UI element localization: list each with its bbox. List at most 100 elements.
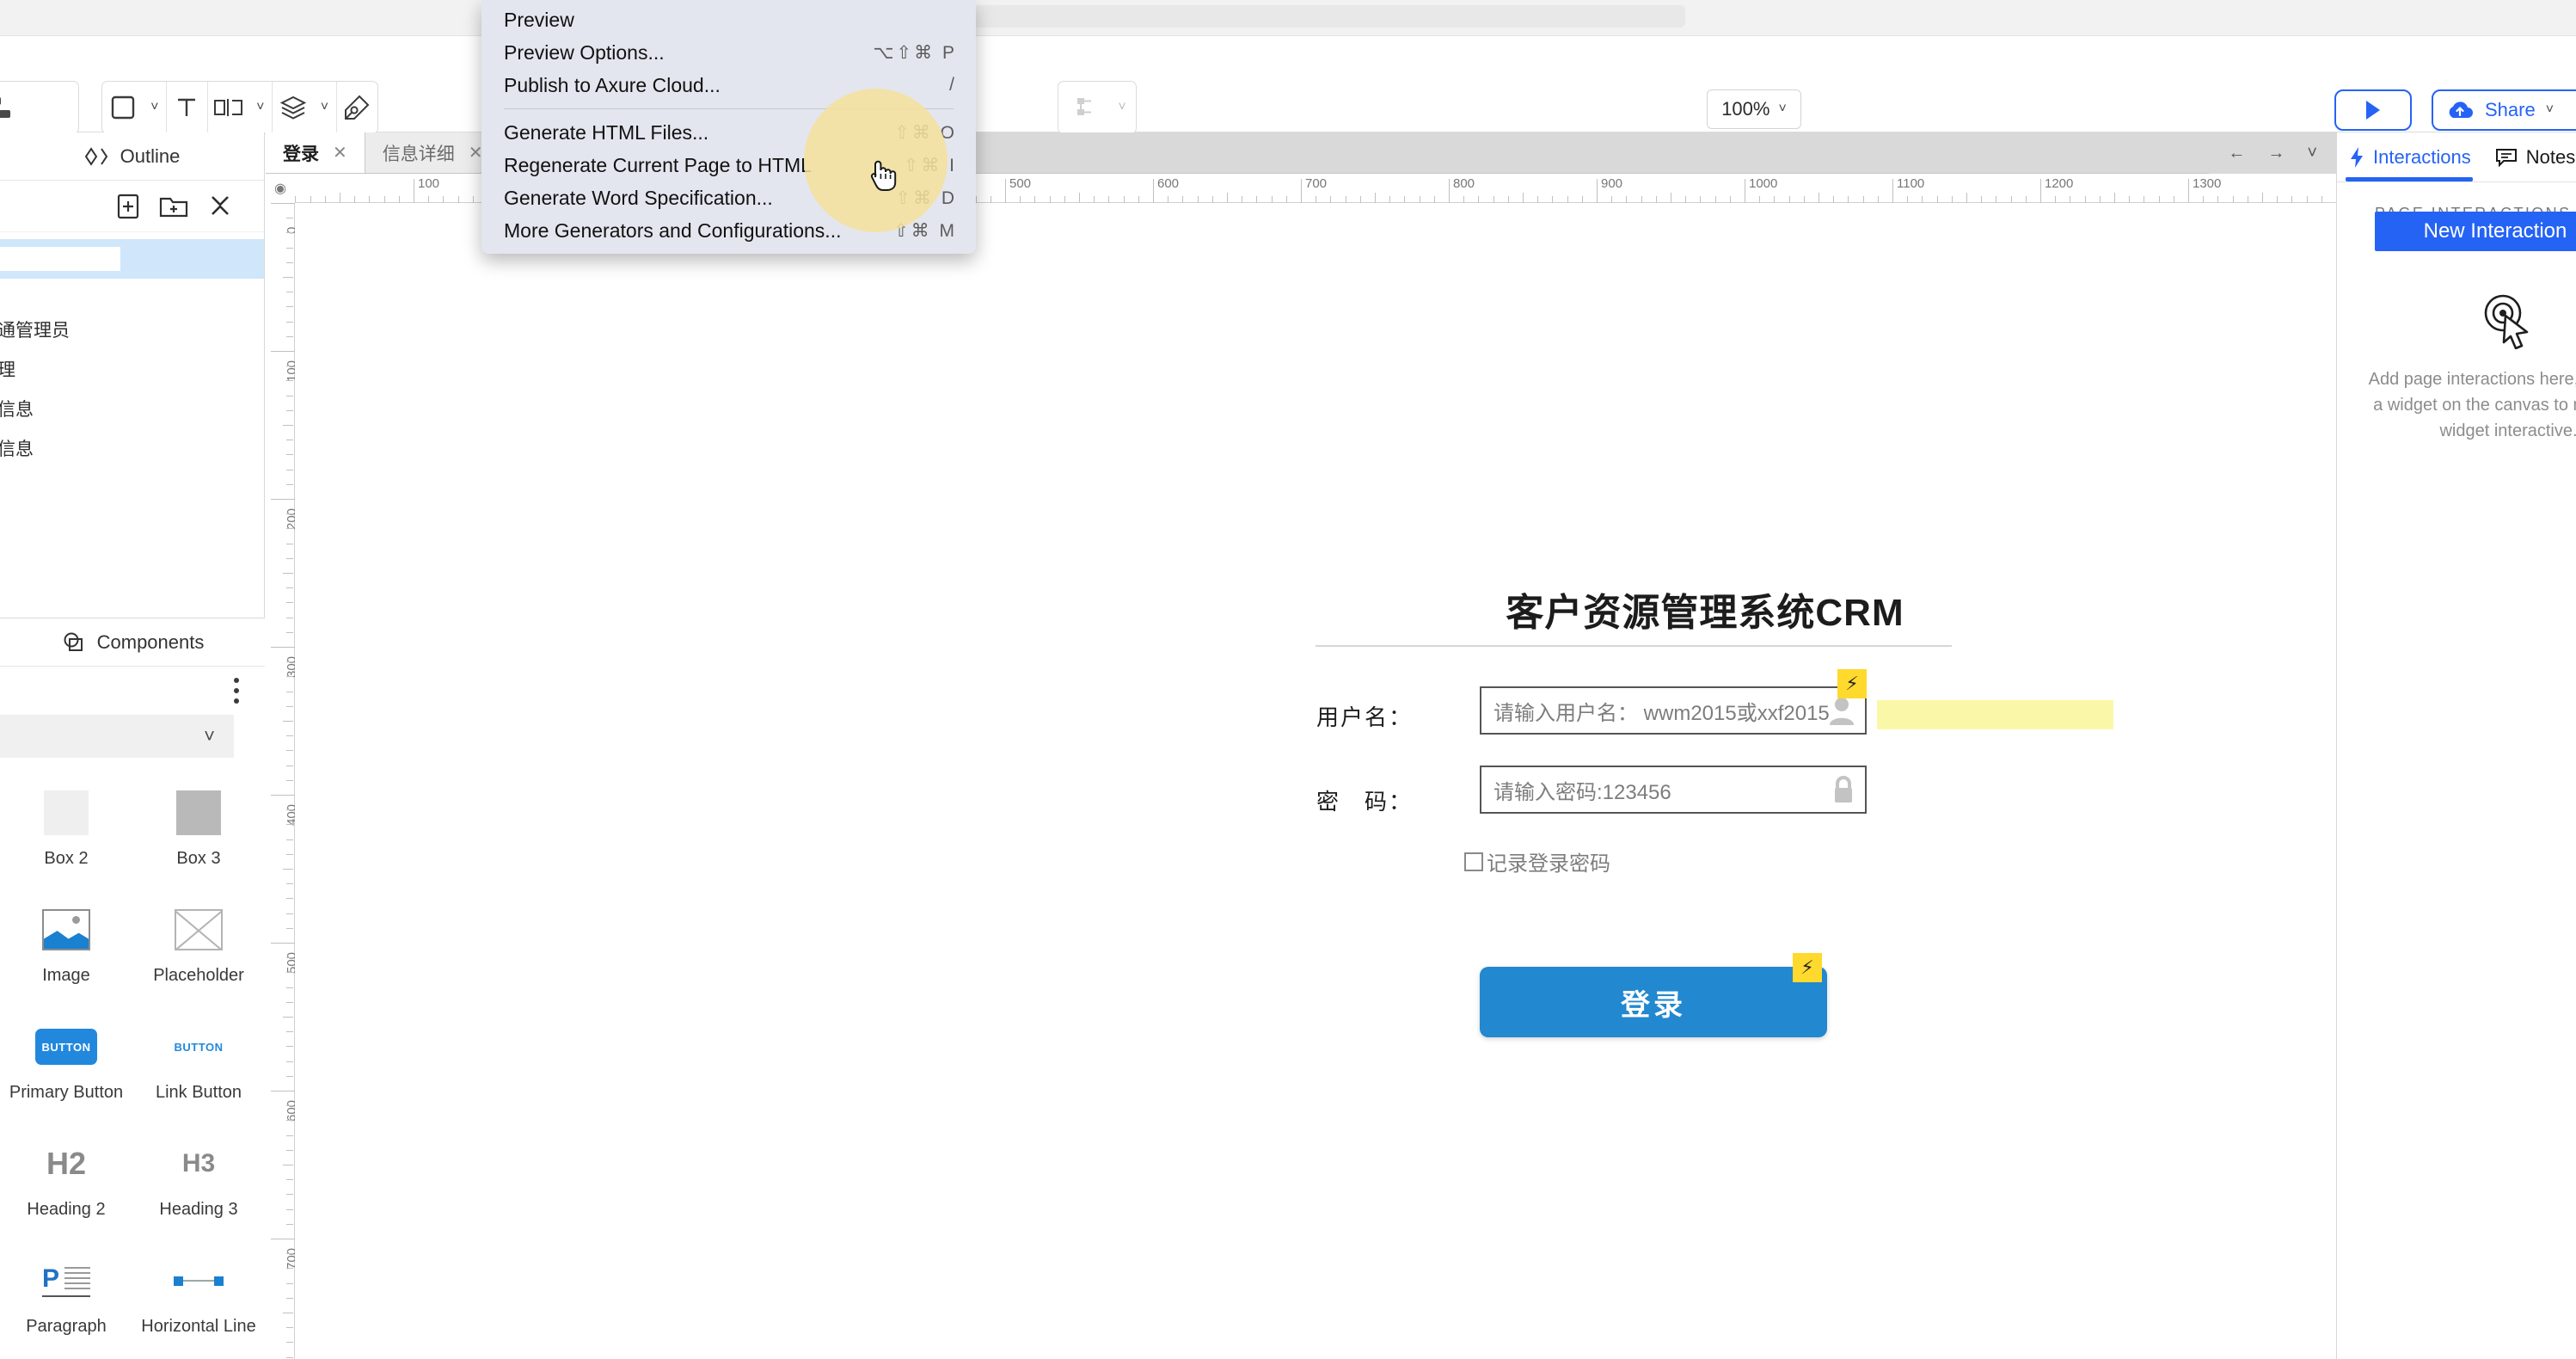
lock-icon — [1831, 774, 1856, 805]
tab-label: 登录 — [283, 140, 319, 166]
menu-item-publish-to-axure-cloud[interactable]: Publish to Axure Cloud... / — [481, 69, 976, 101]
app-window: ˅ ˅ — [0, 0, 2576, 1359]
component-label: Placeholder — [153, 966, 244, 986]
connector-tool-group[interactable] — [0, 81, 79, 134]
component-placeholder[interactable]: Placeholder — [132, 906, 265, 1016]
tab-list-chevron-down-icon[interactable]: ˅ — [2307, 145, 2317, 162]
remember-checkbox[interactable] — [1464, 852, 1483, 871]
mouse-cursor-icon — [868, 153, 903, 193]
username-input[interactable]: 请输入用户名： wwm2015或xxf2015 — [1480, 686, 1867, 735]
layers-icon[interactable] — [273, 82, 314, 133]
ruler-major-mark — [271, 795, 295, 796]
zoom-level-selector[interactable]: 100% ˅ — [1707, 89, 1801, 129]
component-link-button[interactable]: BUTTON Link Button — [132, 1023, 265, 1133]
component-horizontal-line[interactable]: Horizontal Line — [132, 1257, 265, 1359]
add-page-icon[interactable] — [116, 193, 140, 220]
ruler-origin-icon[interactable]: ◉ — [266, 174, 295, 203]
menu-item-preview[interactable]: Preview — [481, 3, 976, 36]
ruler-minor-mark — [1715, 196, 1716, 203]
ruler-minor-mark — [286, 306, 293, 307]
remember-password-row[interactable]: 记录登录密码 — [1464, 846, 1610, 876]
ruler-minor-mark — [1508, 196, 1509, 203]
username-interaction-badge[interactable]: ⚡ — [1837, 669, 1867, 698]
tree-row[interactable]: 建信息 — [0, 389, 264, 428]
component-heading-3[interactable]: H3 Heading 3 — [132, 1140, 265, 1250]
page-tab-info-detail[interactable]: 信息详细 ✕ — [365, 132, 501, 173]
tree-row[interactable]: 管理 — [0, 349, 264, 389]
page-tab-login[interactable]: 登录 ✕ — [266, 132, 365, 173]
ruler-minor-mark — [1848, 196, 1849, 203]
ruler-minor-mark — [325, 196, 326, 203]
component-box-2[interactable]: Box 2 — [0, 789, 132, 899]
share-button[interactable]: Share ˅ — [2432, 89, 2576, 131]
login-interaction-badge[interactable]: ⚡ — [1793, 953, 1822, 982]
component-paragraph[interactable]: P Paragraph — [0, 1257, 132, 1359]
ruler-minor-mark — [286, 232, 293, 233]
ruler-minor-mark — [1389, 196, 1390, 203]
text-icon[interactable] — [167, 82, 208, 133]
ruler-minor-mark — [2011, 196, 2012, 203]
close-icon[interactable]: ✕ — [333, 142, 347, 163]
tab-notes[interactable]: Notes — [2483, 132, 2576, 181]
play-icon — [2364, 99, 2383, 121]
panel-chevron-down-icon[interactable]: ˅ — [249, 82, 272, 133]
components-grid: Box 2 Box 3 Image Placeholder — [0, 758, 265, 1359]
ruler-minor-mark — [286, 676, 293, 677]
component-library-select[interactable]: ˅ — [0, 715, 234, 758]
ruler-minor-mark — [286, 898, 293, 899]
collapse-all-icon[interactable] — [207, 194, 233, 219]
menu-item-preview-options[interactable]: Preview Options... ⌥⇧⌘ P — [481, 36, 976, 69]
rectangle-chevron-down-icon[interactable]: ˅ — [144, 82, 166, 133]
preview-button[interactable] — [2334, 89, 2412, 131]
outline-toolbar — [0, 181, 264, 232]
align-tool-group[interactable]: ˅ — [1058, 81, 1137, 134]
tab-interactions[interactable]: Interactions — [2337, 132, 2483, 181]
ruler-minor-mark — [1656, 196, 1657, 203]
title-divider — [1316, 645, 1952, 647]
component-primary-button[interactable]: BUTTON Primary Button — [0, 1023, 132, 1133]
tree-row[interactable] — [0, 239, 264, 279]
drawing-tool-group[interactable]: ˅ ˅ — [101, 81, 378, 134]
ruler-minor-mark — [286, 987, 293, 988]
login-button[interactable]: 登录 — [1480, 967, 1827, 1037]
share-chevron-down-icon[interactable]: ˅ — [2546, 103, 2554, 117]
ruler-minor-mark — [286, 1031, 293, 1032]
publish-dropdown-menu[interactable]: Preview Preview Options... ⌥⇧⌘ P Publish… — [481, 0, 976, 254]
zoom-chevron-down-icon[interactable]: ˅ — [1778, 102, 1786, 116]
title-bar — [0, 0, 2576, 36]
outline-panel-title: Outline — [120, 145, 181, 168]
new-interaction-button[interactable]: New Interaction — [2375, 212, 2576, 251]
menu-item-shortcut: ⇧⌘ O — [894, 122, 957, 144]
password-input[interactable]: 请输入密码:123456 — [1480, 766, 1867, 814]
component-heading-2[interactable]: H2 Heading 2 — [0, 1140, 132, 1250]
tab-scroll-right-icon[interactable]: → — [2267, 144, 2285, 163]
menu-item-generate-html-files[interactable]: Generate HTML Files... ⇧⌘ O — [481, 116, 976, 149]
tree-row[interactable]: 普通管理员 — [0, 310, 264, 349]
menu-item-more-generators[interactable]: More Generators and Configurations... ⇧⌘… — [481, 214, 976, 247]
design-board[interactable]: 客户资源管理系统CRM 用户名： 请输入用户名： wwm2015或xxf2015… — [295, 203, 2336, 1359]
layers-chevron-down-icon[interactable]: ˅ — [313, 82, 335, 133]
ruler-minor-mark — [1863, 196, 1864, 203]
tab-scroll-left-icon[interactable]: ← — [2228, 144, 2245, 163]
ruler-major-mark — [2188, 179, 2189, 203]
menu-item-label: Generate HTML Files... — [504, 121, 708, 145]
tree-row[interactable]: 报信息 — [0, 428, 264, 468]
component-box-3[interactable]: Box 3 — [132, 789, 265, 899]
rectangle-icon[interactable] — [102, 82, 144, 133]
pen-icon[interactable] — [336, 82, 377, 133]
components-more-icon[interactable] — [234, 678, 239, 704]
component-image[interactable]: Image — [0, 906, 132, 1016]
ruler-minor-mark — [428, 196, 429, 203]
remember-label: 记录登录密码 — [1487, 846, 1610, 876]
align-chevron-down-icon[interactable]: ˅ — [1108, 82, 1136, 133]
dynamic-panel-icon[interactable] — [208, 82, 249, 133]
empty-state-text: Add page interactions here, or select a … — [2367, 366, 2576, 444]
note-icon — [2495, 147, 2518, 168]
distribute-icon[interactable] — [1058, 82, 1108, 133]
library-chevron-down-icon[interactable]: ˅ — [204, 727, 215, 746]
vertical-ruler[interactable]: 0100200300400500600700 — [266, 203, 295, 1359]
add-folder-icon[interactable] — [159, 194, 188, 219]
ruler-minor-mark — [1523, 193, 1524, 203]
ruler-minor-mark — [286, 1135, 293, 1136]
connector-icon[interactable] — [0, 82, 28, 133]
